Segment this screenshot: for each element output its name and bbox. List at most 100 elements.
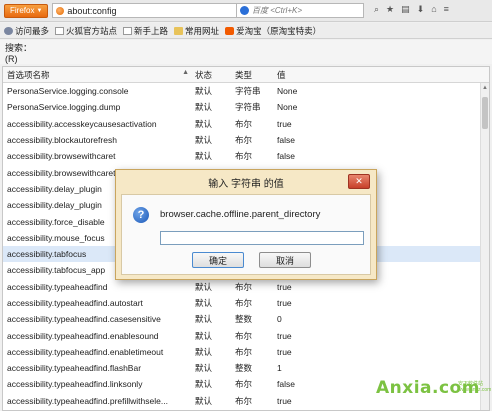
string-input-dialog: 输入 字符串 的值 ✕ ? browser.cache.offline.pare…: [115, 169, 377, 280]
pref-status: 默认: [195, 314, 213, 325]
pref-name: accessibility.blockautorefresh: [7, 135, 117, 146]
vertical-scrollbar[interactable]: ▲: [480, 83, 489, 410]
firefox-label: Firefox: [10, 6, 35, 15]
pref-status: 默认: [195, 379, 213, 390]
menu-icon[interactable]: ≡: [444, 4, 449, 15]
pref-value: true: [277, 346, 292, 357]
pref-name: accessibility.typeaheadfind.flashBar: [7, 363, 142, 374]
filter-input[interactable]: [46, 44, 492, 60]
column-header-value[interactable]: 值: [275, 69, 489, 81]
search-box[interactable]: 百度 <Ctrl+K>: [236, 3, 364, 18]
pref-type: 布尔: [235, 135, 253, 146]
firefox-menu-button[interactable]: Firefox ▼: [4, 3, 49, 18]
pref-value: true: [277, 298, 292, 308]
pref-status: 默认: [195, 395, 213, 406]
value-input[interactable]: [160, 231, 364, 245]
column-header-type[interactable]: 类型: [231, 69, 275, 81]
bookmarks-menu-icon[interactable]: ▤: [401, 4, 410, 15]
pref-status: 默认: [195, 281, 213, 292]
pref-type: 整数: [235, 314, 253, 325]
dialog-title-bar: 输入 字符串 的值 ✕: [116, 170, 376, 194]
column-header-name[interactable]: 首选项名称 ▲: [3, 69, 191, 81]
bookmark-label: 爱淘宝（原淘宝特卖）: [236, 25, 322, 36]
pref-value: true: [277, 118, 292, 129]
bookmark-taobao[interactable]: 爱淘宝（原淘宝特卖）: [225, 25, 321, 37]
cancel-button[interactable]: 取消: [259, 252, 311, 268]
pref-type: 布尔: [235, 281, 253, 292]
table-row[interactable]: accessibility.typeaheadfind.autostart 默认 布…: [3, 295, 489, 311]
table-row[interactable]: accessibility.typeaheadfind 默认 布尔 true: [3, 279, 489, 295]
pref-status: 默认: [195, 118, 213, 129]
filter-row: 搜索：(R): [0, 40, 492, 64]
bookmark-label: 火狐官方站点: [66, 25, 118, 36]
pref-name: accessibility.typeaheadfind: [7, 281, 108, 292]
bookmark-label: 访问最多: [15, 25, 50, 36]
taobao-icon: [225, 26, 235, 35]
dialog-body: ? browser.cache.offline.parent_directory…: [121, 194, 371, 275]
close-icon: ✕: [355, 176, 363, 186]
scrollbar-thumb[interactable]: [482, 97, 488, 129]
table-row[interactable]: accessibility.accesskeycausesactivation 默…: [3, 116, 489, 132]
download-icon[interactable]: ⬇: [417, 4, 425, 15]
pref-status: 默认: [195, 86, 213, 97]
folder-icon: [174, 26, 184, 35]
watermark-subtext: 安下软件站 www.anxz.com: [458, 381, 491, 393]
bookmark-getting-started[interactable]: 新手上路: [123, 25, 168, 37]
gear-icon: [4, 26, 13, 35]
table-row[interactable]: PersonaService.logging.console 默认 字符串 None: [3, 83, 489, 99]
pref-status: 默认: [195, 363, 213, 374]
question-icon: ?: [133, 207, 149, 223]
close-button[interactable]: ✕: [348, 174, 370, 189]
pref-status: 默认: [195, 151, 213, 162]
pref-type: 整数: [235, 363, 253, 374]
scroll-up-icon[interactable]: ▲: [482, 85, 488, 91]
table-row[interactable]: accessibility.typeaheadfind.flashBar 默认 整数…: [3, 360, 489, 376]
table-row[interactable]: accessibility.typeaheadfind.enabletimeou…: [3, 344, 489, 360]
table-row[interactable]: accessibility.browsewithcaret 默认 布尔 false: [3, 148, 489, 164]
pref-name: accessibility.typeaheadfind.autostart: [7, 298, 143, 308]
bookmark-label: 常用网址: [185, 25, 220, 36]
pref-value: None: [277, 86, 298, 97]
bookmark-most-visited[interactable]: 访问最多: [4, 25, 49, 37]
pref-value: true: [277, 281, 292, 292]
page-icon: [123, 26, 133, 35]
table-row[interactable]: accessibility.typeaheadfind.casesensitiv…: [3, 311, 489, 327]
ok-button[interactable]: 确定: [192, 252, 244, 268]
sort-icon: ▲: [182, 68, 189, 76]
pref-type: 布尔: [235, 298, 253, 308]
pref-name: PersonaService.logging.console: [7, 86, 129, 97]
toolbar-icons: ⌕ ★ ▤ ⬇ ⌂ ≡: [374, 4, 449, 15]
pref-type: 布尔: [235, 118, 253, 129]
pref-type: 布尔: [235, 151, 253, 162]
pref-type: 布尔: [235, 346, 253, 357]
bookmark-common-sites[interactable]: 常用网址: [174, 25, 219, 37]
firefox-icon: [56, 6, 65, 15]
dialog-title: 输入 字符串 的值: [208, 178, 284, 190]
pref-type: 布尔: [235, 379, 253, 390]
watermark-sub-line: www.anxz.com: [458, 387, 492, 393]
bookmark-star-icon[interactable]: ★: [386, 4, 394, 15]
pref-status: 默认: [195, 102, 213, 113]
bookmarks-bar: 访问最多 火狐官方站点 新手上路 常用网址 爱淘宝（原淘宝特卖）: [0, 23, 492, 39]
pref-name: PersonaService.logging.dump: [7, 102, 121, 113]
pref-status: 默认: [195, 330, 213, 341]
home-icon[interactable]: ⌂: [431, 4, 436, 15]
table-row[interactable]: accessibility.typeaheadfind.enablesound 默…: [3, 327, 489, 343]
dialog-message: browser.cache.offline.parent_directory: [160, 209, 321, 220]
baidu-paw-icon: [240, 6, 249, 15]
column-header-status[interactable]: 状态: [191, 69, 231, 81]
bookmark-firefox-site[interactable]: 火狐官方站点: [55, 25, 117, 37]
pref-name: accessibility.typeaheadfind.enabletimeou…: [7, 346, 164, 357]
table-row[interactable]: PersonaService.logging.dump 默认 字符串 None: [3, 99, 489, 115]
column-header-label: 首选项名称: [7, 69, 50, 80]
pref-type: 布尔: [235, 395, 253, 406]
pref-name: accessibility.accesskeycausesactivation: [7, 118, 157, 129]
pref-value: false: [277, 135, 295, 146]
pref-name: accessibility.typeaheadfind.linksonly: [7, 379, 143, 390]
search-icon[interactable]: ⌕: [374, 4, 379, 15]
pref-status: 默认: [195, 135, 213, 146]
url-bar[interactable]: about:config: [52, 3, 253, 18]
pref-name: accessibility.browsewithcaret: [7, 151, 116, 162]
table-row[interactable]: accessibility.blockautorefresh 默认 布尔 false: [3, 132, 489, 148]
pref-value: 1: [277, 363, 282, 374]
